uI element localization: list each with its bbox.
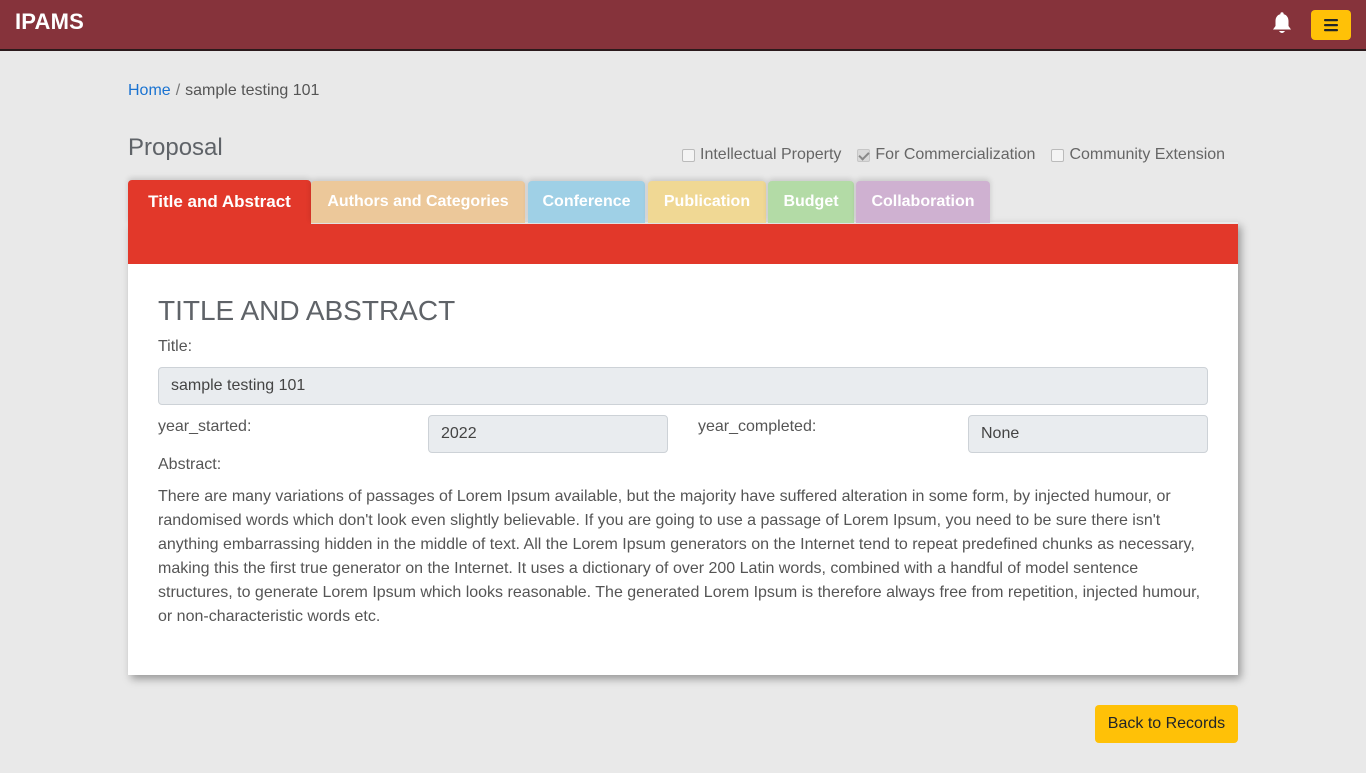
breadcrumb-separator: /	[175, 82, 181, 99]
proposal-type-checkboxes: Intellectual Property For Commercializat…	[682, 146, 1225, 164]
tab-authors-and-categories[interactable]: Authors and Categories	[311, 181, 525, 223]
breadcrumb-current: sample testing 101	[185, 82, 320, 99]
title-label: Title:	[158, 338, 193, 355]
tab-title-and-abstract[interactable]: Title and Abstract	[128, 180, 311, 224]
year-completed-field[interactable]: None	[968, 415, 1208, 453]
checkbox-label: Intellectual Property	[700, 146, 842, 163]
tab-collaboration[interactable]: Collaboration	[856, 181, 990, 223]
abstract-text: There are many variations of passages of…	[158, 488, 1201, 625]
year-started-field[interactable]: 2022	[428, 415, 668, 453]
tab-conference[interactable]: Conference	[528, 181, 645, 223]
tab-publication[interactable]: Publication	[648, 181, 766, 223]
checkbox-for-commercialization[interactable]: For Commercialization	[857, 146, 1035, 164]
checkbox-community-extension[interactable]: Community Extension	[1051, 146, 1225, 164]
tab-budget[interactable]: Budget	[768, 181, 854, 223]
breadcrumb-home-link[interactable]: Home	[128, 82, 171, 99]
checkbox-label: For Commercialization	[875, 146, 1036, 163]
abstract-label: Abstract:	[158, 456, 222, 473]
top-navbar: IPAMS	[0, 0, 1366, 51]
hamburger-menu-icon	[1324, 19, 1338, 32]
title-field[interactable]: sample testing 101	[158, 367, 1208, 405]
checkbox-box[interactable]	[857, 148, 871, 162]
checkbox-label: Community Extension	[1069, 146, 1226, 163]
breadcrumb: Home / sample testing 101	[128, 82, 319, 100]
section-title: TITLE AND ABSTRACT	[158, 295, 456, 326]
checkbox-intellectual-property[interactable]: Intellectual Property	[682, 146, 841, 164]
brand-logo[interactable]: IPAMS	[15, 9, 84, 35]
checkbox-box[interactable]	[682, 148, 695, 162]
year-started-label: year_started:	[158, 418, 252, 435]
card-header-bar	[128, 224, 1238, 264]
proposal-heading: Proposal	[128, 134, 223, 161]
checkbox-box[interactable]	[1051, 148, 1065, 162]
back-to-records-button[interactable]: Back to Records	[1095, 705, 1238, 743]
bell-icon[interactable]	[1271, 12, 1293, 36]
year-completed-label: year_completed:	[698, 418, 817, 435]
menu-toggle-button[interactable]	[1311, 10, 1351, 40]
